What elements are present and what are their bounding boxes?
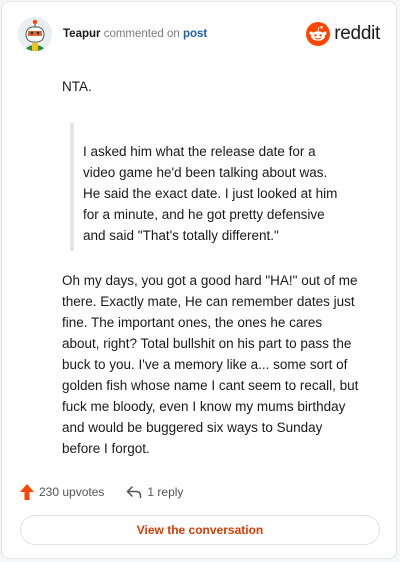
paragraph-line: about, right? Total bullshit on his part… — [62, 336, 352, 351]
upvote-button[interactable]: 230 upvotes — [20, 484, 104, 500]
quote-line: He said the exact date. I just looked at… — [83, 186, 338, 201]
paragraph-line: golden fish whose name I cant seem to re… — [62, 378, 359, 393]
upvote-arrow-icon — [20, 484, 34, 500]
quote-line: for a minute, and he got pretty defensiv… — [83, 207, 325, 222]
upvote-count: 230 upvotes — [39, 485, 105, 499]
quote-bar — [70, 123, 74, 251]
blockquote: I asked him what the release date for a … — [62, 123, 368, 251]
byline: Teapur commented on post — [63, 28, 207, 40]
post-link[interactable]: post — [183, 28, 207, 40]
reddit-logo-icon — [306, 22, 331, 46]
comment-body: NTA. I asked him what the release date f… — [62, 76, 368, 459]
username-link[interactable]: Teapur — [63, 28, 101, 40]
paragraph-line: fuck me bloody, even I know my mums birt… — [62, 399, 346, 414]
paragraph-line: before I forgot. — [62, 441, 150, 456]
comment-header: Teapur commented on post reddit — [18, 17, 380, 53]
comment-paragraph: Oh my days, you got a good hard "HA!" ou… — [62, 270, 368, 459]
view-conversation-button[interactable]: View the conversation — [20, 515, 380, 545]
paragraph-line: and would be buggered six ways to Sunday — [62, 420, 323, 435]
comment-card: Teapur commented on post reddit NTA. I a… — [1, 1, 397, 559]
quote-line: and said "That's totally different." — [83, 228, 279, 243]
reply-arrow-icon — [127, 486, 142, 499]
reply-button[interactable]: 1 reply — [126, 485, 183, 499]
paragraph-line: buck to you. I've a memory like a... som… — [62, 357, 348, 372]
avatar[interactable] — [18, 17, 52, 51]
quote-line: I asked him what the release date for a — [83, 144, 316, 159]
reply-count: 1 reply — [147, 485, 184, 499]
paragraph-line: there. Exactly mate, He can remember dat… — [62, 294, 355, 309]
paragraph-line: fine. The important ones, the ones he ca… — [62, 315, 323, 330]
quote-line: video game he'd been talking about was. — [83, 165, 328, 180]
reddit-brand[interactable]: reddit — [306, 22, 380, 46]
brand-wordmark: reddit — [334, 23, 380, 44]
comment-actions: 230 upvotes 1 reply — [20, 482, 183, 502]
quote-text: I asked him what the release date for a … — [83, 123, 368, 246]
commented-on-text: commented on — [103, 28, 180, 40]
paragraph-line: Oh my days, you got a good hard "HA!" ou… — [62, 273, 358, 288]
comment-opening: NTA. — [62, 79, 92, 94]
